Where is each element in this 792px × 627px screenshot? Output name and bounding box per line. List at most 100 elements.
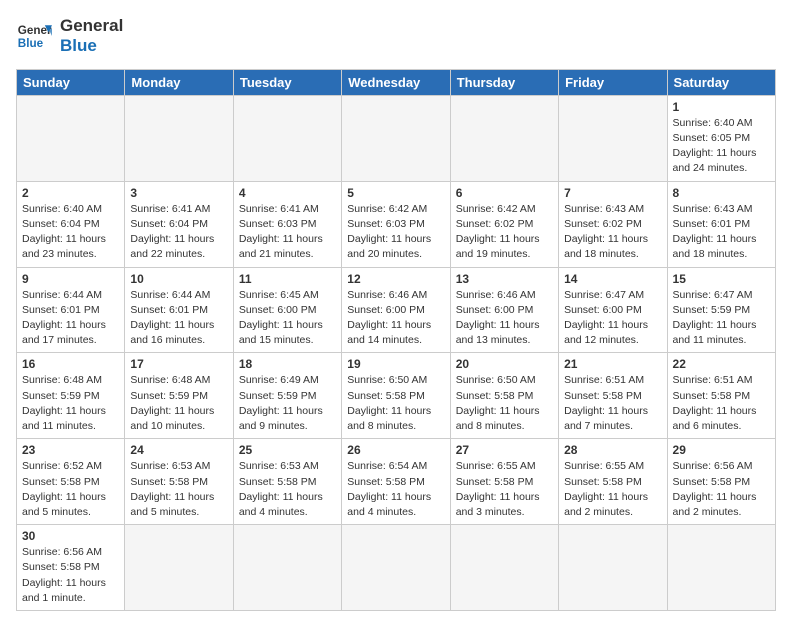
day-number: 30 <box>22 529 119 543</box>
day-info: Sunrise: 6:56 AMSunset: 5:58 PMDaylight:… <box>673 459 770 520</box>
calendar-cell: 22Sunrise: 6:51 AMSunset: 5:58 PMDayligh… <box>667 353 775 439</box>
day-info: Sunrise: 6:54 AMSunset: 5:58 PMDaylight:… <box>347 459 444 520</box>
day-number: 14 <box>564 272 661 286</box>
calendar-cell: 29 Sunrise: 6:56 AMSunset: 5:58 PMDayligh… <box>667 439 775 525</box>
day-number: 12 <box>347 272 444 286</box>
calendar-cell: 18 Sunrise: 6:49 AMSunset: 5:59 PMDayligh… <box>233 353 341 439</box>
calendar-cell <box>559 525 667 611</box>
calendar-cell: 8 Sunrise: 6:43 AMSunset: 6:01 PMDaylight… <box>667 181 775 267</box>
calendar-cell <box>125 525 233 611</box>
day-header-friday: Friday <box>559 69 667 95</box>
calendar-cell: 5 Sunrise: 6:42 AMSunset: 6:03 PMDaylight… <box>342 181 450 267</box>
day-info: Sunrise: 6:49 AMSunset: 5:59 PMDaylight:… <box>239 373 336 434</box>
calendar-cell <box>17 95 125 181</box>
calendar-cell: 19Sunrise: 6:50 AMSunset: 5:58 PMDayligh… <box>342 353 450 439</box>
calendar-cell: 15 Sunrise: 6:47 AMSunset: 5:59 PMDayligh… <box>667 267 775 353</box>
day-info: Sunrise: 6:50 AMSunset: 5:58 PMDaylight:… <box>347 373 444 434</box>
day-info: Sunrise: 6:42 AMSunset: 6:03 PMDaylight:… <box>347 202 444 263</box>
day-number: 24 <box>130 443 227 457</box>
calendar-cell <box>559 95 667 181</box>
page-header: General Blue General Blue <box>16 16 776 57</box>
day-number: 2 <box>22 186 119 200</box>
logo: General Blue General Blue <box>16 16 123 57</box>
calendar-cell: 25 Sunrise: 6:53 AMSunset: 5:58 PMDayligh… <box>233 439 341 525</box>
day-number: 21 <box>564 357 661 371</box>
day-info: Sunrise: 6:43 AMSunset: 6:01 PMDaylight:… <box>673 202 770 263</box>
calendar-week-3: 9 Sunrise: 6:44 AMSunset: 6:01 PMDaylight… <box>17 267 776 353</box>
calendar-week-4: 16 Sunrise: 6:48 AMSunset: 5:59 PMDayligh… <box>17 353 776 439</box>
calendar-cell: 1 Sunrise: 6:40 AMSunset: 6:05 PMDaylight… <box>667 95 775 181</box>
logo-general: General <box>60 16 123 36</box>
day-info: Sunrise: 6:43 AMSunset: 6:02 PMDaylight:… <box>564 202 661 263</box>
day-number: 8 <box>673 186 770 200</box>
day-number: 3 <box>130 186 227 200</box>
day-number: 7 <box>564 186 661 200</box>
day-info: Sunrise: 6:46 AMSunset: 6:00 PMDaylight:… <box>456 288 553 349</box>
calendar-cell: 21 Sunrise: 6:51 AMSunset: 5:58 PMDayligh… <box>559 353 667 439</box>
calendar-week-6: 30Sunrise: 6:56 AMSunset: 5:58 PMDayligh… <box>17 525 776 611</box>
day-info: Sunrise: 6:42 AMSunset: 6:02 PMDaylight:… <box>456 202 553 263</box>
calendar-cell <box>450 525 558 611</box>
calendar-cell: 20Sunrise: 6:50 AMSunset: 5:58 PMDayligh… <box>450 353 558 439</box>
calendar-week-2: 2 Sunrise: 6:40 AMSunset: 6:04 PMDaylight… <box>17 181 776 267</box>
calendar-cell: 11 Sunrise: 6:45 AMSunset: 6:00 PMDayligh… <box>233 267 341 353</box>
calendar-cell: 9 Sunrise: 6:44 AMSunset: 6:01 PMDaylight… <box>17 267 125 353</box>
day-number: 20 <box>456 357 553 371</box>
day-number: 15 <box>673 272 770 286</box>
day-info: Sunrise: 6:47 AMSunset: 5:59 PMDaylight:… <box>673 288 770 349</box>
day-number: 26 <box>347 443 444 457</box>
calendar-cell: 30Sunrise: 6:56 AMSunset: 5:58 PMDayligh… <box>17 525 125 611</box>
calendar-cell <box>342 95 450 181</box>
calendar-table: SundayMondayTuesdayWednesdayThursdayFrid… <box>16 69 776 611</box>
day-header-monday: Monday <box>125 69 233 95</box>
day-info: Sunrise: 6:46 AMSunset: 6:00 PMDaylight:… <box>347 288 444 349</box>
logo-icon: General Blue <box>16 18 52 54</box>
svg-text:Blue: Blue <box>18 37 44 50</box>
calendar-cell <box>233 95 341 181</box>
day-number: 5 <box>347 186 444 200</box>
calendar-cell <box>450 95 558 181</box>
day-info: Sunrise: 6:44 AMSunset: 6:01 PMDaylight:… <box>130 288 227 349</box>
day-number: 9 <box>22 272 119 286</box>
calendar-cell: 24 Sunrise: 6:53 AMSunset: 5:58 PMDayligh… <box>125 439 233 525</box>
day-number: 29 <box>673 443 770 457</box>
calendar-cell <box>233 525 341 611</box>
calendar-cell: 16 Sunrise: 6:48 AMSunset: 5:59 PMDayligh… <box>17 353 125 439</box>
logo-blue: Blue <box>60 36 123 56</box>
day-info: Sunrise: 6:44 AMSunset: 6:01 PMDaylight:… <box>22 288 119 349</box>
day-info: Sunrise: 6:48 AMSunset: 5:59 PMDaylight:… <box>22 373 119 434</box>
day-number: 23 <box>22 443 119 457</box>
day-info: Sunrise: 6:51 AMSunset: 5:58 PMDaylight:… <box>673 373 770 434</box>
day-info: Sunrise: 6:40 AMSunset: 6:04 PMDaylight:… <box>22 202 119 263</box>
day-info: Sunrise: 6:41 AMSunset: 6:03 PMDaylight:… <box>239 202 336 263</box>
day-info: Sunrise: 6:40 AMSunset: 6:05 PMDaylight:… <box>673 116 770 177</box>
day-header-saturday: Saturday <box>667 69 775 95</box>
calendar-cell <box>667 525 775 611</box>
calendar-cell: 2 Sunrise: 6:40 AMSunset: 6:04 PMDaylight… <box>17 181 125 267</box>
day-header-wednesday: Wednesday <box>342 69 450 95</box>
day-number: 25 <box>239 443 336 457</box>
day-info: Sunrise: 6:41 AMSunset: 6:04 PMDaylight:… <box>130 202 227 263</box>
day-info: Sunrise: 6:52 AMSunset: 5:58 PMDaylight:… <box>22 459 119 520</box>
calendar-cell: 4Sunrise: 6:41 AMSunset: 6:03 PMDaylight… <box>233 181 341 267</box>
day-info: Sunrise: 6:45 AMSunset: 6:00 PMDaylight:… <box>239 288 336 349</box>
day-info: Sunrise: 6:48 AMSunset: 5:59 PMDaylight:… <box>130 373 227 434</box>
day-number: 17 <box>130 357 227 371</box>
calendar-cell: 26 Sunrise: 6:54 AMSunset: 5:58 PMDayligh… <box>342 439 450 525</box>
calendar-cell: 14Sunrise: 6:47 AMSunset: 6:00 PMDayligh… <box>559 267 667 353</box>
day-number: 18 <box>239 357 336 371</box>
day-number: 1 <box>673 100 770 114</box>
calendar-cell <box>125 95 233 181</box>
day-info: Sunrise: 6:53 AMSunset: 5:58 PMDaylight:… <box>130 459 227 520</box>
day-info: Sunrise: 6:51 AMSunset: 5:58 PMDaylight:… <box>564 373 661 434</box>
calendar-cell: 28Sunrise: 6:55 AMSunset: 5:58 PMDayligh… <box>559 439 667 525</box>
calendar-cell: 23 Sunrise: 6:52 AMSunset: 5:58 PMDayligh… <box>17 439 125 525</box>
day-info: Sunrise: 6:55 AMSunset: 5:58 PMDaylight:… <box>564 459 661 520</box>
day-info: Sunrise: 6:53 AMSunset: 5:58 PMDaylight:… <box>239 459 336 520</box>
calendar-cell: 3 Sunrise: 6:41 AMSunset: 6:04 PMDaylight… <box>125 181 233 267</box>
calendar-cell: 27Sunrise: 6:55 AMSunset: 5:58 PMDayligh… <box>450 439 558 525</box>
calendar-week-1: 1 Sunrise: 6:40 AMSunset: 6:05 PMDaylight… <box>17 95 776 181</box>
day-number: 16 <box>22 357 119 371</box>
day-number: 11 <box>239 272 336 286</box>
calendar-week-5: 23 Sunrise: 6:52 AMSunset: 5:58 PMDayligh… <box>17 439 776 525</box>
